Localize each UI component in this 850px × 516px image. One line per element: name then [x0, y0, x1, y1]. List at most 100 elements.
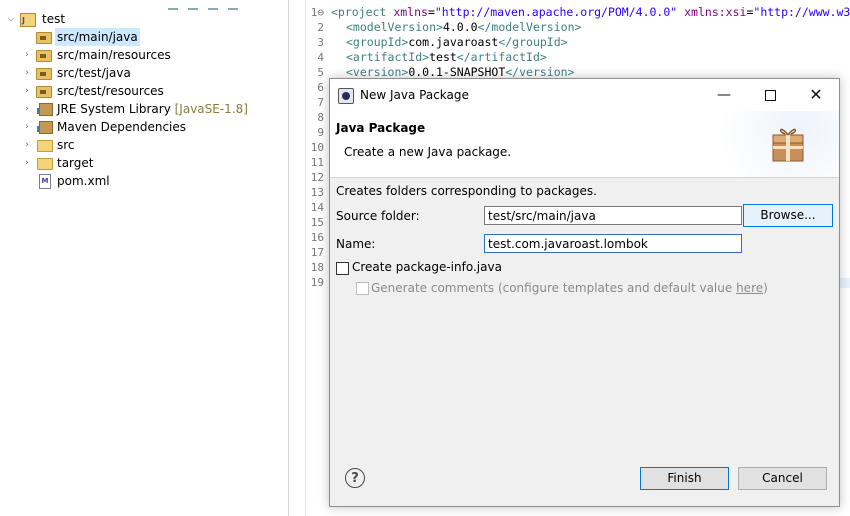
xml-text: 4.0.0 — [442, 20, 478, 34]
code-line-4: <artifactId>test</artifactId> — [346, 50, 547, 65]
xml-tag: <artifactId> — [346, 50, 430, 64]
package-name-input[interactable] — [484, 234, 742, 253]
code-line-1: <project xmlns="http://maven.apache.org/… — [331, 5, 850, 20]
line-number: 6 — [317, 81, 324, 94]
code-line-3: <groupId>com.javaroast</groupId> — [346, 35, 568, 50]
xml-string: "http://www.w3 — [753, 5, 850, 19]
tree-item-src[interactable]: › src — [0, 136, 288, 154]
xml-tag: </artifactId> — [456, 50, 547, 64]
wizard-page-description: Create a new Java package. — [344, 145, 512, 159]
tree-item-label: src/main/resources — [57, 48, 171, 62]
package-folder-icon — [36, 86, 52, 98]
line-number: 3 — [317, 36, 324, 49]
tree-item-jre-library[interactable]: › JRE System Library [JavaSE-1.8] — [0, 100, 288, 118]
xml-attribute: xmlns:xsi — [677, 5, 747, 19]
line-number: 16 — [310, 231, 324, 244]
link-with-editor-icon[interactable] — [188, 0, 198, 10]
info-text: Creates folders corresponding to package… — [336, 184, 597, 198]
help-icon[interactable]: ? — [345, 468, 365, 488]
package-explorer: ⌵ test src/main/java › src/main/resource… — [0, 0, 289, 516]
configure-templates-link: here — [736, 281, 764, 295]
package-folder-icon — [36, 50, 52, 62]
line-number: 11 — [310, 156, 324, 169]
wizard-banner: Java Package Create a new Java package. — [330, 111, 839, 178]
maven-file-icon: M — [39, 174, 51, 189]
line-number: 13 — [310, 186, 324, 199]
finish-button[interactable]: Finish — [640, 467, 729, 490]
close-button[interactable]: ✕ — [793, 79, 839, 111]
maximize-button[interactable] — [747, 79, 793, 111]
line-number: 8 — [317, 111, 324, 124]
tree-item-label: src/test/java — [57, 66, 131, 80]
chevron-right-icon[interactable]: › — [22, 82, 32, 100]
filter-icon[interactable] — [208, 0, 218, 10]
wizard-page-title: Java Package — [336, 121, 426, 135]
dialog-titlebar[interactable]: New Java Package — ✕ — [330, 79, 839, 111]
tree-item-target[interactable]: › target — [0, 154, 288, 172]
xml-tag: </groupId> — [498, 35, 568, 49]
tree-item-label: JRE System Library [JavaSE-1.8] — [57, 102, 248, 116]
chevron-right-icon[interactable]: › — [22, 136, 32, 154]
line-number: 17 — [310, 246, 324, 259]
cancel-button[interactable]: Cancel — [738, 467, 827, 490]
folder-icon — [37, 140, 53, 152]
xml-text: 0.0.1-SNAPSHOT — [408, 65, 506, 79]
code-line-2: <modelVersion>4.0.0</modelVersion> — [346, 20, 581, 35]
tree-item-maven-dependencies[interactable]: › Maven Dependencies — [0, 118, 288, 136]
package-icon — [772, 128, 804, 162]
tree-item-label: Maven Dependencies — [57, 120, 187, 134]
minimize-button[interactable]: — — [701, 79, 747, 111]
line-number: 5 — [317, 66, 324, 79]
tree-item-src-test-java[interactable]: › src/test/java — [0, 64, 288, 82]
line-number: 7 — [317, 96, 324, 109]
line-number: 12 — [310, 171, 324, 184]
line-number: 19 — [310, 276, 324, 289]
jre-version-decoration: [JavaSE-1.8] — [174, 102, 248, 116]
tree-item-src-test-resources[interactable]: › src/test/resources — [0, 82, 288, 100]
chevron-right-icon[interactable]: › — [22, 100, 32, 118]
chevron-right-icon[interactable]: › — [22, 64, 32, 82]
tree-item-pom-xml[interactable]: M pom.xml — [0, 172, 288, 190]
xml-tag: <project — [331, 5, 387, 19]
generate-comments-checkbox — [356, 282, 369, 295]
source-folder-input[interactable] — [484, 206, 742, 225]
chevron-right-icon[interactable]: › — [22, 118, 32, 136]
chevron-right-icon[interactable]: › — [22, 46, 32, 64]
name-label: Name: — [336, 237, 376, 251]
generate-comments-label: Generate comments (configure templates a… — [371, 281, 768, 295]
create-package-info-label[interactable]: Create package-info.java — [352, 260, 502, 274]
line-number: 15 — [310, 216, 324, 229]
eclipse-icon — [338, 88, 354, 104]
xml-tag: <groupId> — [346, 35, 409, 49]
line-number: 18 — [310, 261, 324, 274]
xml-attribute: xmlns — [386, 5, 428, 19]
tree-item-label: test — [42, 12, 66, 26]
folder-icon — [37, 158, 53, 170]
xml-tag: </modelVersion> — [477, 20, 582, 34]
line-number: 4 — [317, 51, 324, 64]
tree-item-src-main-resources[interactable]: › src/main/resources — [0, 46, 288, 64]
library-icon — [37, 121, 53, 134]
line-number: 14 — [310, 201, 324, 214]
tree-item-label: src — [57, 138, 75, 152]
tree-item-project[interactable]: ⌵ test — [0, 10, 288, 30]
xml-tag: <modelVersion> — [346, 20, 443, 34]
xml-tag: <version> — [346, 65, 409, 79]
xml-equals: = — [427, 5, 435, 19]
collapse-all-icon[interactable] — [168, 0, 178, 10]
chevron-down-icon[interactable]: ⌵ — [6, 10, 16, 28]
dialog-title: New Java Package — [360, 88, 469, 102]
tree-item-src-main-java[interactable]: src/main/java — [0, 28, 288, 46]
view-menu-icon[interactable] — [228, 0, 238, 10]
chevron-right-icon[interactable]: › — [22, 154, 32, 172]
source-folder-label: Source folder: — [336, 209, 420, 223]
package-folder-icon — [36, 32, 52, 44]
package-folder-icon — [36, 68, 52, 80]
new-java-package-dialog: New Java Package — ✕ Java Package Create… — [329, 78, 840, 507]
browse-button[interactable]: Browse... — [743, 204, 833, 227]
line-number: 9 — [317, 126, 324, 139]
tree-item-label: src/main/java — [55, 28, 140, 46]
create-package-info-checkbox[interactable] — [336, 262, 349, 275]
xml-text: com.javaroast — [408, 35, 499, 49]
line-number-gutter: 1⊖ 2 3 4 5 6 7 8 9 10 11 12 13 14 15 16 … — [306, 0, 328, 516]
